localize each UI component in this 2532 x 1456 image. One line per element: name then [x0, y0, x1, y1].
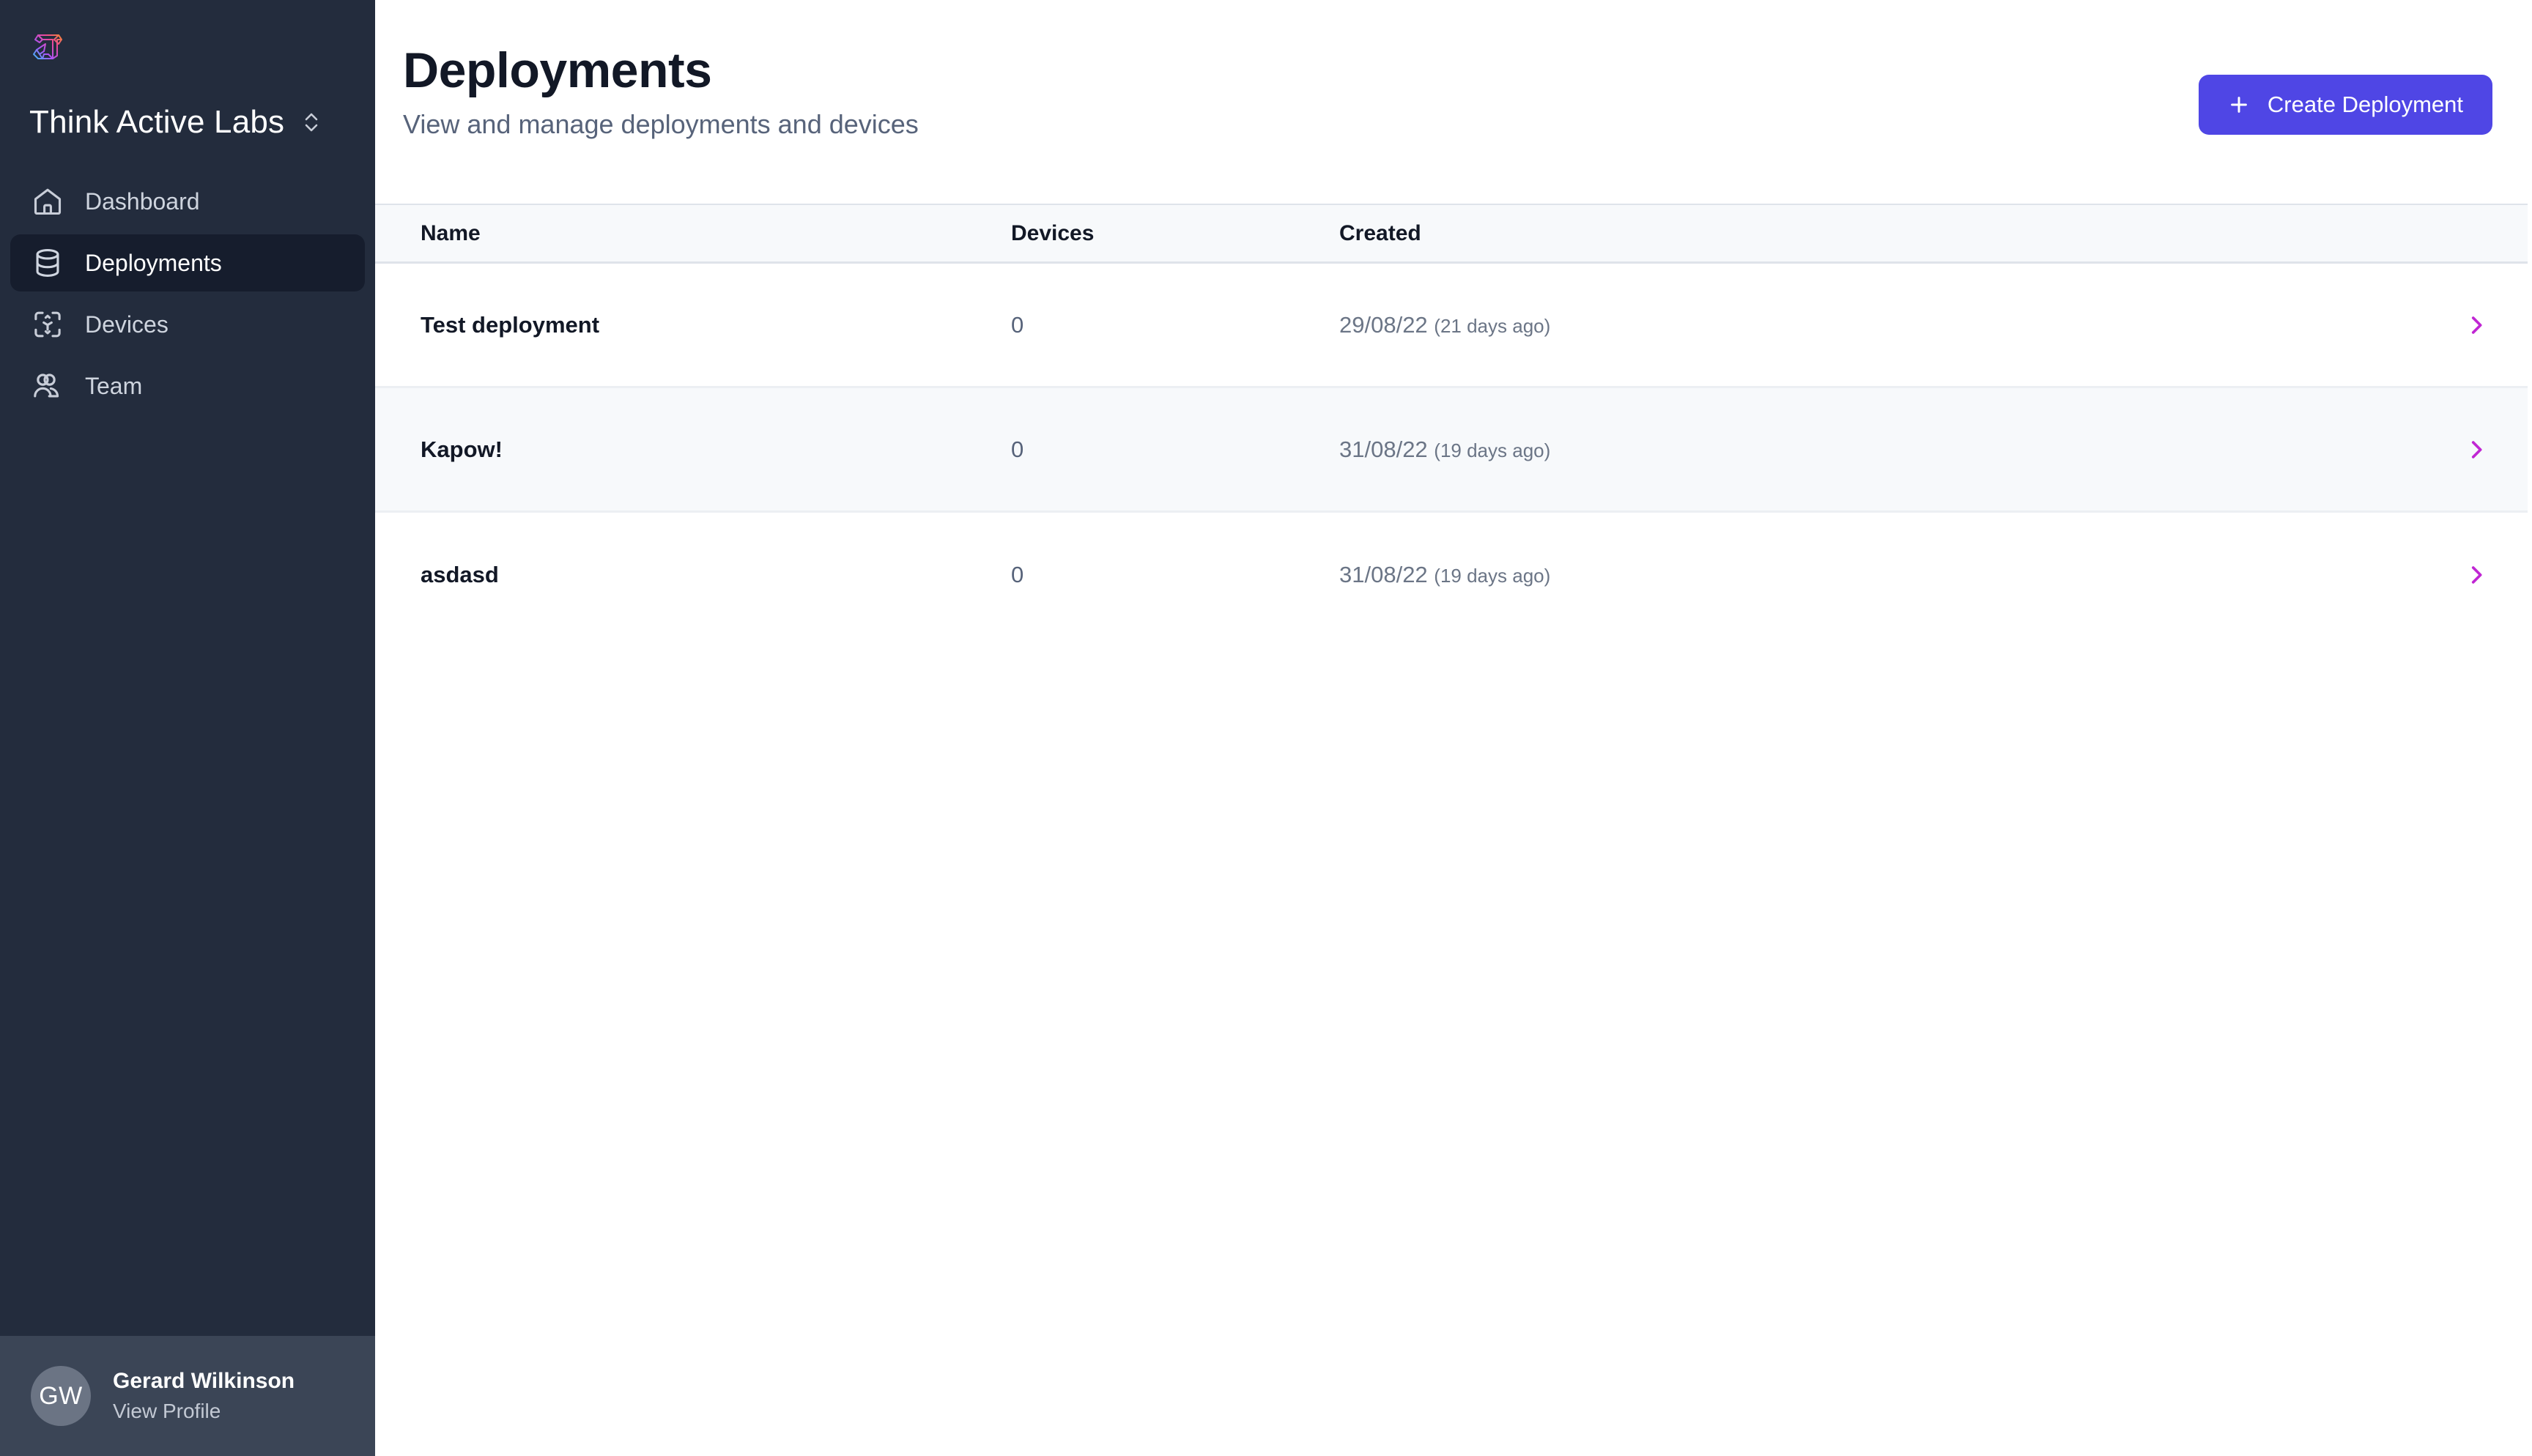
cell-created: 31/08/22 (19 days ago) [1339, 437, 2425, 463]
row-open-button[interactable] [2425, 313, 2528, 338]
header-text: Deployments View and manage deployments … [403, 45, 919, 138]
org-name: Think Active Labs [29, 104, 285, 140]
created-date: 31/08/22 [1339, 436, 1428, 462]
org-switcher[interactable]: Think Active Labs [0, 81, 375, 146]
column-header-devices: Devices [1011, 220, 1095, 245]
table-row[interactable]: Test deployment 0 29/08/22 (21 days ago) [375, 264, 2528, 388]
created-date: 29/08/22 [1339, 311, 1428, 338]
cell-name: Kapow! [421, 436, 503, 462]
column-header-created: Created [1339, 220, 1421, 245]
cell-name: asdasd [421, 562, 499, 587]
deployments-table: Name Devices Created Test deployment 0 2… [375, 204, 2532, 637]
app-root: Think Active Labs Dashboard Deployments … [0, 0, 2532, 1456]
sidebar-item-team[interactable]: Team [10, 357, 365, 415]
avatar: GW [31, 1366, 91, 1426]
page-header: Deployments View and manage deployments … [375, 0, 2532, 204]
row-open-button[interactable] [2425, 562, 2528, 587]
plus-icon [2228, 94, 2250, 116]
chevron-up-down-icon [300, 108, 322, 137]
table-header-row: Name Devices Created [375, 204, 2528, 264]
sidebar-item-label: Deployments [85, 249, 222, 276]
sidebar-item-devices[interactable]: Devices [10, 296, 365, 353]
profile-card[interactable]: GW Gerard Wilkinson View Profile [0, 1336, 375, 1456]
page-subtitle: View and manage deployments and devices [403, 109, 919, 139]
sidebar: Think Active Labs Dashboard Deployments … [0, 0, 375, 1456]
row-open-button[interactable] [2425, 437, 2528, 462]
cell-name: Test deployment [421, 311, 600, 338]
created-date: 31/08/22 [1339, 562, 1428, 587]
think-active-labs-logo-icon [28, 25, 375, 66]
home-icon [31, 185, 64, 218]
column-header-name: Name [421, 220, 481, 245]
table-row[interactable]: asdasd 0 31/08/22 (19 days ago) [375, 513, 2528, 637]
sidebar-nav: Dashboard Deployments Devices Team [0, 173, 375, 415]
cell-created: 31/08/22 (19 days ago) [1339, 562, 2425, 588]
chevron-right-icon [2464, 313, 2489, 338]
database-icon [31, 246, 64, 280]
main-content: Deployments View and manage deployments … [375, 0, 2532, 1456]
view-profile-link[interactable]: View Profile [113, 1400, 295, 1423]
profile-name: Gerard Wilkinson [113, 1369, 295, 1393]
cell-devices: 0 [1011, 311, 1024, 338]
sidebar-item-deployments[interactable]: Deployments [10, 234, 365, 291]
sidebar-item-label: Team [85, 372, 143, 399]
cell-devices: 0 [1011, 562, 1024, 587]
created-relative: (19 days ago) [1434, 565, 1551, 587]
create-deployment-button[interactable]: Create Deployment [2198, 75, 2492, 135]
users-icon [31, 369, 64, 403]
profile-text: Gerard Wilkinson View Profile [113, 1369, 295, 1423]
sidebar-item-label: Devices [85, 311, 169, 338]
brand-logo[interactable] [0, 0, 375, 81]
node-icon [31, 308, 64, 341]
created-relative: (21 days ago) [1434, 314, 1551, 337]
create-deployment-label: Create Deployment [2267, 92, 2463, 117]
chevron-right-icon [2464, 437, 2489, 462]
sidebar-item-label: Dashboard [85, 187, 200, 215]
page-title: Deployments [403, 42, 712, 98]
created-relative: (19 days ago) [1434, 439, 1551, 461]
cell-devices: 0 [1011, 436, 1024, 462]
cell-created: 29/08/22 (21 days ago) [1339, 312, 2425, 338]
sidebar-item-dashboard[interactable]: Dashboard [10, 173, 365, 230]
table-row[interactable]: Kapow! 0 31/08/22 (19 days ago) [375, 388, 2528, 513]
chevron-right-icon [2464, 562, 2489, 587]
